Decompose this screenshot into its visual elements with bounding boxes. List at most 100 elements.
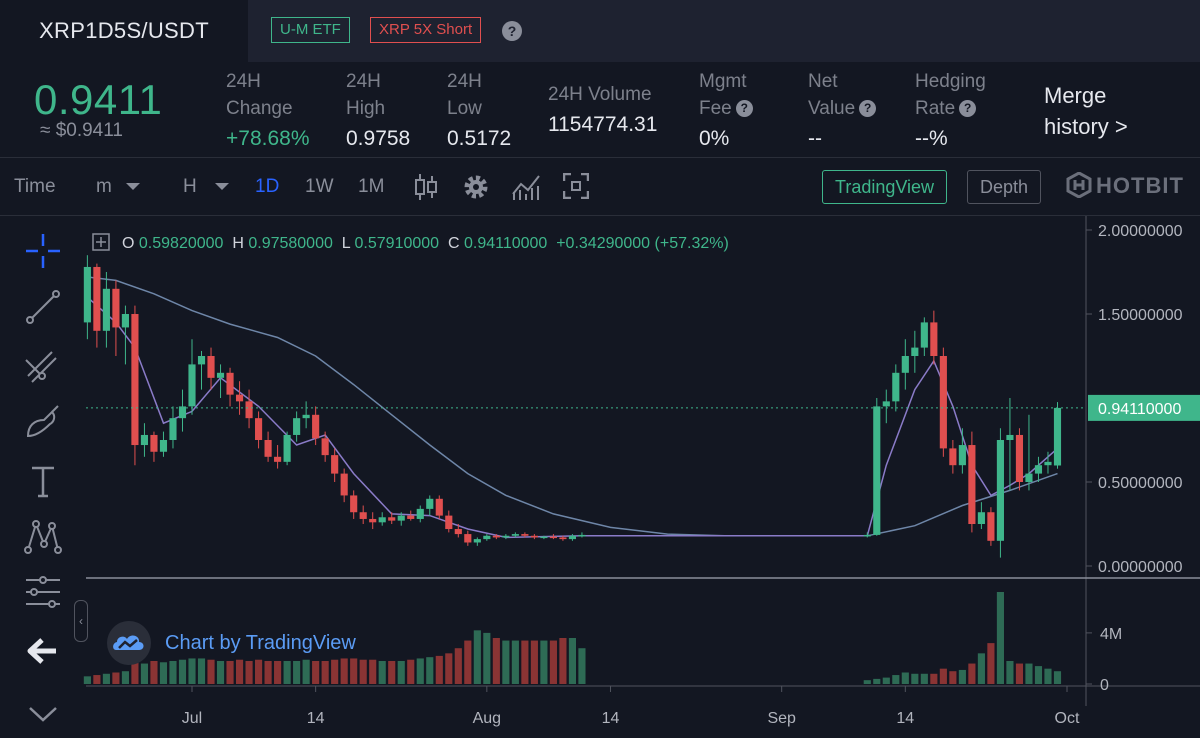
candle-body: [245, 401, 253, 419]
volume-bar: [958, 669, 966, 684]
stat-24h-volume: 24H Volume 1154774.31: [548, 81, 657, 140]
volume-bar: [996, 592, 1004, 684]
caret-down-icon: [126, 183, 141, 190]
candle-body: [416, 508, 424, 519]
volume-bar: [549, 640, 557, 684]
chart-toolbar: Time m H 1D 1W 1M TradingView Depth HOTB…: [0, 158, 1200, 216]
ohlc-low: 0.57910000: [354, 235, 440, 252]
help-icon[interactable]: ?: [959, 100, 977, 117]
candle-body: [312, 414, 320, 439]
change-value: +78.68%: [226, 127, 310, 150]
candle-body: [207, 356, 215, 378]
candle-body: [93, 266, 101, 331]
merge-history-link[interactable]: Merge history >: [1044, 80, 1128, 142]
tradingview-watermark[interactable]: Chart by TradingView: [105, 620, 356, 666]
collapse-sidebar-tab[interactable]: ‹: [74, 600, 88, 642]
candle-body: [445, 515, 453, 530]
volume-bar: [949, 671, 957, 684]
candle-body: [521, 534, 529, 536]
stat-label: 24H: [447, 71, 482, 92]
candle-body: [1006, 434, 1014, 440]
last-price-label: 0.94110000: [1098, 401, 1181, 418]
volume-bar: [1034, 666, 1043, 684]
tradingview-button[interactable]: TradingView: [822, 170, 948, 204]
candle-body: [464, 534, 472, 543]
candles-icon[interactable]: [412, 172, 440, 202]
volume-bar: [930, 673, 938, 684]
volume-bar: [578, 648, 586, 684]
hour-label: H: [183, 176, 197, 197]
ohlc-label: C: [447, 235, 460, 252]
candle-body: [131, 314, 139, 446]
time-label[interactable]: Time: [14, 176, 56, 198]
indicators-icon[interactable]: [511, 172, 543, 202]
merge-link-line: history >: [1044, 114, 1128, 139]
candle-body: [235, 394, 244, 402]
interval-1m[interactable]: 1M: [358, 176, 384, 198]
candle-body: [378, 517, 386, 523]
high-value: 0.9758: [346, 127, 411, 150]
volume-bar: [1015, 663, 1024, 684]
candle-body: [350, 495, 358, 513]
candle-body: [197, 356, 206, 365]
candle-body: [996, 440, 1004, 541]
ohlc-close: 0.94110000: [463, 235, 548, 252]
hedge-value: --%: [915, 127, 948, 150]
date-tick-label: Jul: [182, 710, 202, 727]
volume-bar: [911, 673, 919, 684]
candle-body: [473, 539, 481, 543]
hotbit-logo-icon: [1066, 171, 1092, 199]
volume-bar: [369, 659, 377, 684]
candle-body: [540, 536, 548, 539]
stat-label: Mgmt: [699, 71, 747, 92]
depth-button[interactable]: Depth: [967, 170, 1042, 204]
fullscreen-icon[interactable]: [563, 173, 589, 199]
help-icon[interactable]: ?: [859, 100, 877, 117]
stat-label: 24H: [226, 71, 261, 92]
add-plus-icon[interactable]: [92, 233, 110, 251]
candle-body: [435, 498, 443, 516]
stat-mgmt-fee: Mgmt Fee? 0%: [699, 68, 753, 154]
volume-bar: [378, 661, 386, 684]
candle-body: [882, 401, 890, 407]
hour-interval-dropdown[interactable]: H: [183, 176, 230, 198]
candle-body: [958, 445, 966, 466]
ohlc-high: 0.97580000: [248, 235, 333, 252]
pair-tab[interactable]: XRP1D5S/USDT: [0, 0, 248, 62]
settings-gear-icon[interactable]: [461, 172, 491, 202]
candle-body: [331, 455, 339, 474]
short-badge[interactable]: XRP 5X Short: [370, 17, 482, 43]
volume-bar: [901, 672, 909, 684]
watermark-text: Chart by TradingView: [165, 631, 356, 654]
candle-body: [977, 512, 985, 524]
candle-body: [388, 517, 396, 521]
net-value: --: [808, 127, 822, 150]
ohlc-change: +0.34290000: [556, 235, 651, 252]
etf-badge[interactable]: U-M ETF: [271, 17, 350, 43]
candle-body: [159, 440, 168, 452]
stat-24h-high: 24H High 0.9758: [346, 68, 410, 154]
candle-body: [920, 322, 928, 348]
volume-bar: [445, 653, 453, 684]
candle-body: [549, 536, 557, 539]
candle-body: [578, 534, 586, 537]
candle-body: [264, 440, 272, 457]
volume-bar: [473, 630, 481, 684]
volume-bar: [359, 659, 367, 684]
stat-label: High: [346, 98, 386, 119]
help-icon[interactable]: ?: [735, 100, 753, 117]
stat-label: Low: [447, 98, 482, 119]
candle-body: [949, 448, 957, 466]
stat-24h-low: 24H Low 0.5172: [447, 68, 511, 154]
help-icon[interactable]: ?: [502, 21, 522, 41]
candle-body: [873, 406, 881, 535]
stat-label-text: Fee: [699, 98, 732, 119]
minute-interval-dropdown[interactable]: m: [96, 176, 141, 198]
volume-bar: [483, 632, 491, 684]
candle-body: [83, 266, 91, 323]
interval-1w[interactable]: 1W: [305, 176, 334, 198]
interval-1d[interactable]: 1D: [255, 176, 279, 198]
candle-body: [892, 372, 900, 402]
ohlc-legend: O 0.59820000 H 0.97580000 L 0.57910000 C…: [122, 235, 729, 253]
candle-body: [397, 515, 405, 521]
